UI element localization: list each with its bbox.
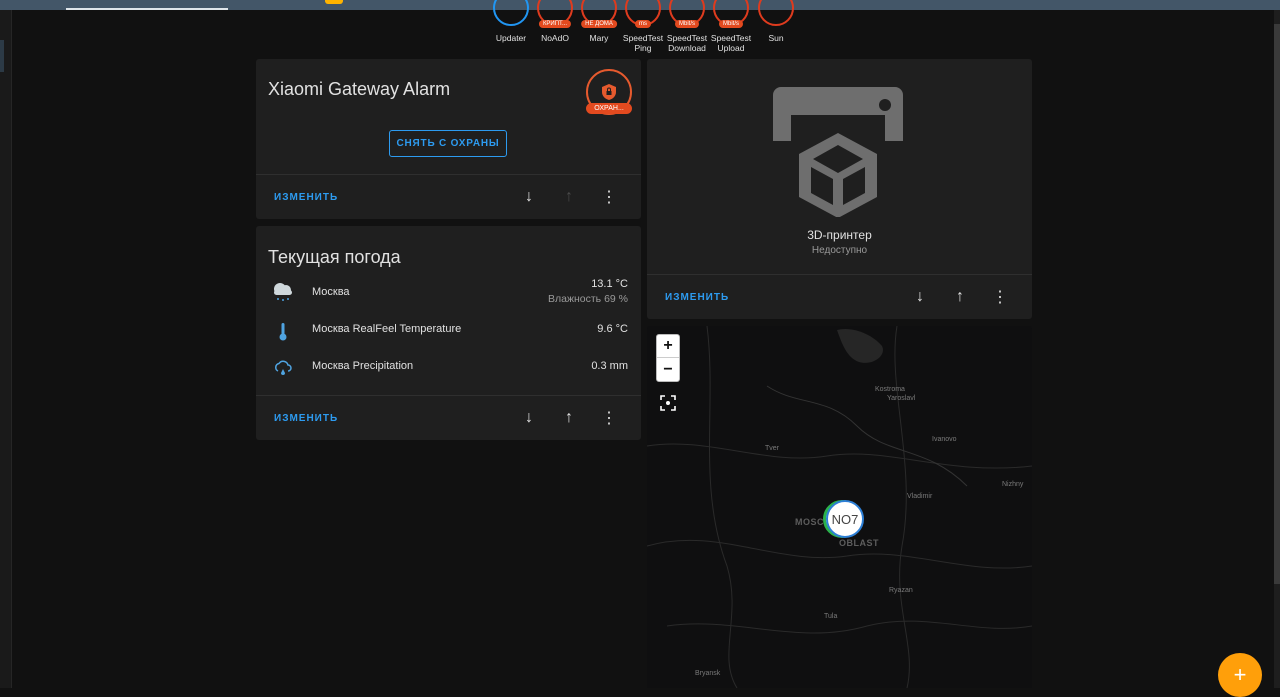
map-label-oblast: OBLAST <box>839 538 879 548</box>
more-vert-icon[interactable]: ⋮ <box>599 408 619 428</box>
badge-circle <box>493 0 529 26</box>
badge-updater[interactable]: Updater <box>489 0 533 43</box>
map-label-kostroma: Kostroma <box>875 386 905 393</box>
badge-tag: Mbit/s <box>718 20 744 28</box>
more-vert-icon[interactable]: ⋮ <box>990 287 1010 307</box>
weather-rainy-cloud-icon <box>270 278 296 304</box>
card-actions: ИЗМЕНИТЬ ↓ ↑ ⋮ <box>256 395 641 440</box>
badge-label: SpeedTest Upload <box>710 33 752 53</box>
zoom-in-button[interactable]: + <box>657 335 679 358</box>
badge-noado[interactable]: КРИПТ... NoAdO <box>533 0 577 43</box>
zoom-out-button[interactable]: − <box>657 358 679 381</box>
badge-label: Mary <box>589 33 609 43</box>
badge-circle: Mbit/s <box>669 0 705 28</box>
badge-row: Updater КРИПТ... NoAdO НЕ ДОМА Mary ms S… <box>0 0 1280 53</box>
weather-row-name: Москва <box>312 286 350 298</box>
badge-circle: Mbit/s <box>713 0 749 28</box>
map-label-tver: Tver <box>765 445 779 452</box>
map-marker-device[interactable]: NO7 <box>826 500 864 538</box>
shield-lock-icon <box>602 84 616 100</box>
disarm-button[interactable]: СНЯТЬ С ОХРАНЫ <box>389 130 507 157</box>
badge-circle <box>758 0 794 26</box>
move-down-icon[interactable]: ↓ <box>519 408 539 428</box>
scrollbar-thumb[interactable] <box>1274 24 1280 584</box>
move-up-icon[interactable]: ↑ <box>559 408 579 428</box>
more-vert-icon[interactable]: ⋮ <box>599 187 619 207</box>
badge-mary[interactable]: НЕ ДОМА Mary <box>577 0 621 43</box>
notification-badge[interactable] <box>325 0 343 4</box>
thermometer-icon <box>270 319 296 345</box>
badge-label: Sun <box>768 33 784 43</box>
map-label-vladimir: Vladimir <box>907 493 933 500</box>
weather-row-value: 0.3 mm <box>591 360 628 372</box>
alarm-state-tag: ОХРАН... <box>586 103 632 114</box>
weather-row-name: Москва Precipitation <box>312 360 414 372</box>
badge-speedtest-ping[interactable]: ms SpeedTest Ping <box>621 0 665 53</box>
precipitation-cloud-icon <box>270 356 296 382</box>
card-actions: ИЗМЕНИТЬ ↓ ↑ ⋮ <box>256 174 641 219</box>
badge-tag: ms <box>635 20 651 28</box>
badge-label: SpeedTest Download <box>666 33 708 53</box>
scrollbar[interactable] <box>1274 10 1280 688</box>
badge-circle: КРИПТ... <box>537 0 573 28</box>
weather-row[interactable]: Москва RealFeel Temperature 9.6 °C <box>256 319 641 349</box>
edit-button[interactable]: ИЗМЕНИТЬ <box>274 413 338 424</box>
edit-button[interactable]: ИЗМЕНИТЬ <box>274 192 338 203</box>
map-label-bryansk: Bryansk <box>695 670 721 677</box>
printer-card: 3D-принтер Недоступно ИЗМЕНИТЬ ↓ ↑ ⋮ <box>647 59 1032 319</box>
badge-circle: ms <box>625 0 661 28</box>
add-card-button[interactable]: + <box>1218 653 1262 697</box>
card-title: Xiaomi Gateway Alarm <box>268 79 451 99</box>
badge-speedtest-download[interactable]: Mbit/s SpeedTest Download <box>665 0 709 53</box>
alarm-card: Xiaomi Gateway Alarm ОХРАН... СНЯТЬ С ОХ… <box>256 59 641 219</box>
weather-row[interactable]: Москва Precipitation 0.3 mm <box>256 356 641 386</box>
weather-row-value: 13.1 °C <box>591 278 628 290</box>
weather-row-name: Москва RealFeel Temperature <box>312 323 462 335</box>
entity-state: Недоступно <box>811 245 868 256</box>
badge-label: NoAdO <box>541 33 569 43</box>
badge-tag: НЕ ДОМА <box>581 20 617 28</box>
sidebar <box>0 10 12 688</box>
move-down-icon[interactable]: ↓ <box>910 287 930 307</box>
zoom-controls: + − <box>656 334 680 382</box>
map-label-ryazan: Ryazan <box>889 587 913 594</box>
card-title: Текущая погода <box>268 247 401 267</box>
badge-sun[interactable]: Sun <box>754 0 798 43</box>
weather-row-value: 9.6 °C <box>597 323 628 335</box>
map-label-ivanovo: Ivanovo <box>932 436 957 443</box>
entity-name: 3D-принтер <box>807 228 872 242</box>
badge-label: Updater <box>495 33 527 43</box>
fit-bounds-icon[interactable] <box>659 394 677 412</box>
move-up-icon[interactable]: ↑ <box>950 287 970 307</box>
edit-button[interactable]: ИЗМЕНИТЬ <box>665 292 729 303</box>
map-label-yaroslavl: Yaroslavl <box>887 395 916 402</box>
badge-tag: Mbit/s <box>674 20 700 28</box>
move-up-icon: ↑ <box>565 188 573 205</box>
map-label-nizhny: Nizhny <box>1002 481 1024 488</box>
map-card[interactable]: + − Kostroma Yaroslavl Ivanovo Tver Vlad… <box>647 326 1032 688</box>
printer-3d-icon <box>773 87 903 217</box>
weather-row-humidity: Влажность 69 % <box>547 293 628 305</box>
move-down-icon[interactable]: ↓ <box>519 187 539 207</box>
badge-speedtest-upload[interactable]: Mbit/s SpeedTest Upload <box>709 0 753 53</box>
card-actions: ИЗМЕНИТЬ ↓ ↑ ⋮ <box>647 274 1032 319</box>
weather-row[interactable]: Москва 13.1 °C Влажность 69 % <box>256 278 641 308</box>
badge-label: SpeedTest Ping <box>622 33 664 53</box>
badge-circle: НЕ ДОМА <box>581 0 617 28</box>
weather-card: Текущая погода Москва 13.1 °C Влажность … <box>256 226 641 440</box>
map-label-tula: Tula <box>824 613 838 620</box>
badge-tag: КРИПТ... <box>538 20 572 28</box>
